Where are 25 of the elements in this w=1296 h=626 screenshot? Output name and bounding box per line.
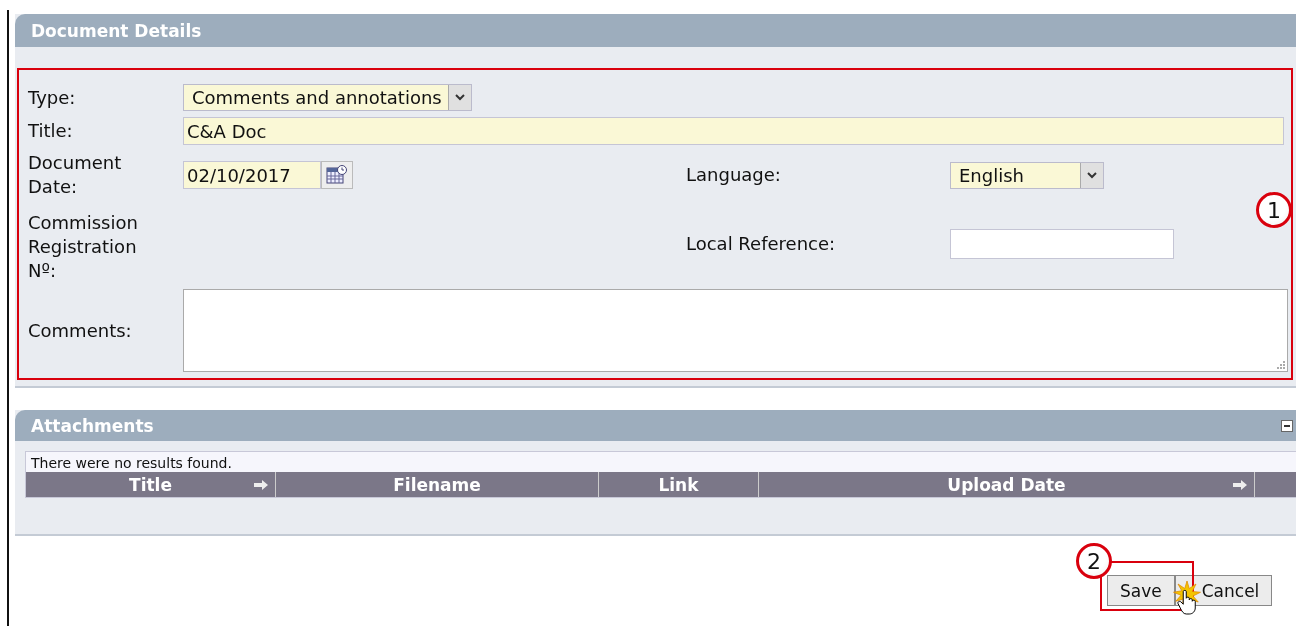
field-label: Type: [28, 85, 77, 110]
panel-title: Attachments [31, 415, 154, 436]
panel-title: Document Details [31, 20, 202, 41]
type-select[interactable]: Comments and annotations [183, 84, 472, 111]
empty-message: There were no results found. [30, 454, 233, 472]
field-label: Local Reference: [686, 232, 837, 256]
local-reference-field[interactable] [950, 229, 1174, 259]
calendar-icon[interactable] [321, 161, 353, 189]
column-header[interactable]: Upload Date [759, 472, 1255, 497]
field-label: Language: [686, 163, 782, 187]
field-label: Document Date: [28, 151, 123, 199]
comments-field[interactable] [183, 289, 1288, 372]
title-field[interactable]: C&A Doc [183, 117, 1284, 145]
column-header[interactable]: Title [26, 472, 276, 497]
resize-grip-icon [1277, 361, 1285, 369]
column-header[interactable]: Filename [276, 472, 599, 497]
date-field[interactable]: 02/10/2017 [183, 161, 321, 189]
save-button[interactable]: Save [1107, 575, 1175, 606]
field-label: Title: [28, 119, 74, 143]
collapse-icon[interactable] [1281, 419, 1293, 432]
field-label: Commission Registration Nº: [28, 211, 139, 283]
language-select[interactable]: English [950, 161, 1104, 189]
field-label: Comments: [28, 318, 133, 343]
column-header[interactable]: Link [599, 472, 759, 497]
callout-number: 2 [1076, 543, 1112, 579]
